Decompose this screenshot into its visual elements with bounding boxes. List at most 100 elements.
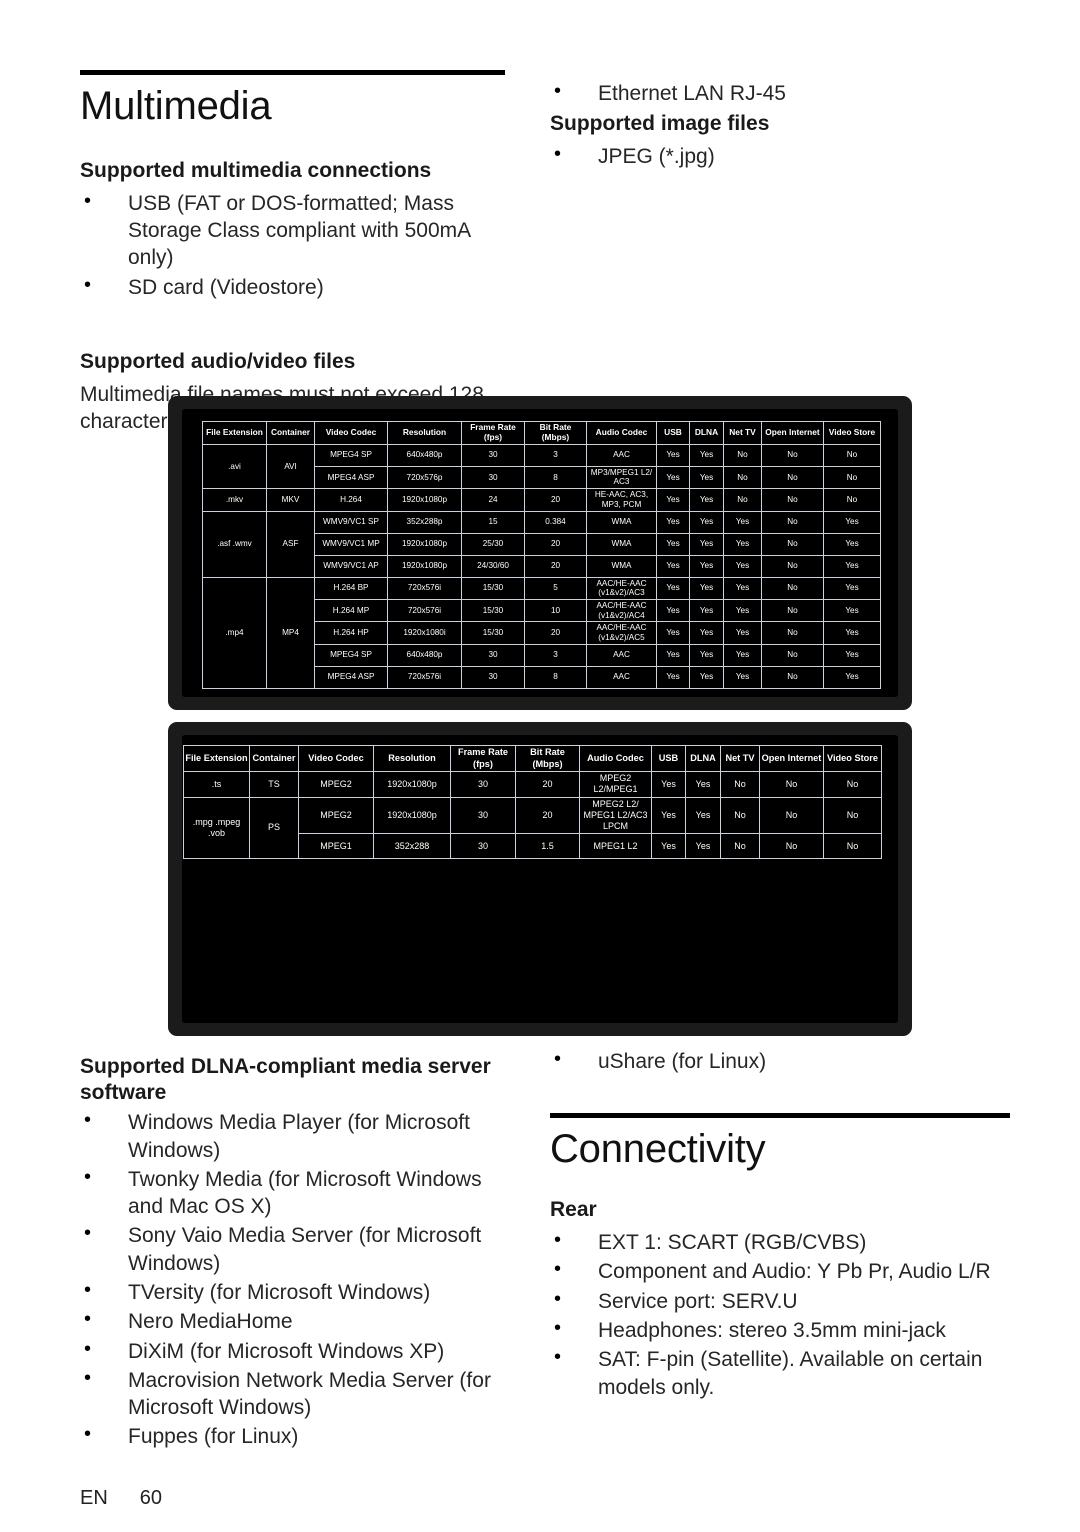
cell-audio: AAC [586,665,657,689]
list-item: Ethernet LAN RJ-45 [550,78,1010,107]
right-column-bottom: uShare (for Linux) Connectivity Rear EXT… [550,1046,1010,1403]
cell-nettv: Yes [723,621,762,645]
cell-usb: Yes [656,554,690,578]
cell-openinternet: No [761,488,824,512]
cell-codec: MPEG4 SP [314,443,388,467]
cell-codec: MPEG1 [298,833,374,860]
table-header-cell: Container [266,421,315,445]
cell-nettv: No [723,443,762,467]
table-header-cell: File Extension [202,421,267,445]
cell-usb: Yes [656,665,690,689]
cell-openinternet: No [759,796,824,835]
table-header-cell: Audio Codec [586,421,657,445]
cell-bitrate: 10 [524,598,587,623]
cell-videostore: Yes [823,532,881,556]
cell-resolution: 352x288p [387,510,462,534]
cell-resolution: 1920x1080p [387,488,462,512]
cell-nettv: No [720,796,760,835]
table-header-cell: Frame Rate (fps) [461,421,525,445]
list-item: Headphones: stereo 3.5mm mini-jack [550,1315,1010,1344]
table-row: .asf .wmv ASF WMV9/VC1 SP 352x288p 15 0.384 WM… [202,510,881,578]
table-header-cell: USB [651,745,686,772]
section-rule-multimedia [80,70,505,75]
cell-dlna: Yes [685,833,721,860]
cell-openinternet: No [761,554,824,578]
page-footer: EN 60 [80,1487,162,1510]
heading-supported-multimedia-connections: Supported multimedia connections [80,159,432,183]
table-row: .mp4 MP4 H.264 BP 720x576i 15/30 5 AAC/HE-AAC … [202,576,881,689]
table-header-cell: Resolution [373,745,451,772]
cell-bitrate: 1.5 [515,833,580,860]
table-header-cell: Net TV [723,421,762,445]
cell-resolution: 720x576i [387,598,462,623]
av-formats-table-1: File Extension Container Video Codec Resolu… [202,421,881,689]
cell-fps: 15/30 [461,598,525,623]
cell-dlna: Yes [689,532,724,556]
cell-fps: 24 [461,488,525,512]
table-header-row: File Extension Container Video Codec Resolu… [183,745,882,772]
cell-container: ASF [266,510,315,578]
cell-openinternet: No [761,532,824,556]
cell-usb: Yes [656,576,690,600]
cell-usb: Yes [656,488,690,512]
page-title-connectivity: Connectivity [550,1127,766,1172]
cell-videostore: Yes [823,665,881,689]
cell-dlna: Yes [689,576,724,600]
cell-codec: MPEG4 ASP [314,465,388,490]
heading-rear: Rear [550,1198,597,1222]
cell-audio: MPEG2 L2/MPEG1 [579,771,652,798]
cell-bitrate: 8 [524,665,587,689]
cell-container: PS [249,796,299,860]
list-item: Fuppes (for Linux) [80,1421,505,1450]
cell-audio: HE-AAC, AC3, MP3, PCM [586,488,657,512]
cell-openinternet: No [761,465,824,490]
list-multimedia-connections: USB (FAT or DOS-formatted; Mass Storage … [80,188,505,301]
cell-nettv: Yes [723,643,762,667]
list-item: Macrovision Network Media Server (for Mi… [80,1365,505,1422]
cell-fps: 30 [450,796,516,835]
list-item: SD card (Videostore) [80,272,505,301]
cell-bitrate: 3 [524,643,587,667]
table-header-cell: Container [249,745,299,772]
list-item: Twonky Media (for Microsoft Windows and … [80,1164,505,1221]
cell-resolution: 1920x1080i [387,621,462,645]
cell-videostore: Yes [823,510,881,534]
cell-usb: Yes [656,621,690,645]
cell-openinternet: No [761,443,824,467]
cell-resolution: 720x576i [387,665,462,689]
cell-nettv: No [720,771,760,798]
table-header-cell: Open Internet [759,745,824,772]
cell-usb: Yes [651,833,686,860]
cell-dlna: Yes [685,796,721,835]
cell-bitrate: 20 [515,771,580,798]
document-page: Multimedia Supported multimedia connecti… [0,0,1080,1532]
cell-bitrate: 20 [524,621,587,645]
table-header-cell: Net TV [720,745,760,772]
table-body: File Extension Container Video Codec Resolu… [183,745,882,860]
cell-dlna: Yes [685,771,721,798]
list-item: SAT: F-pin (Satellite). Available on cer… [550,1344,1010,1401]
cell-audio: WMA [586,510,657,534]
cell-codec: MPEG4 SP [314,643,388,667]
table-header-cell: USB [656,421,690,445]
list-rear-connectors: EXT 1: SCART (RGB/CVBS) Component and Au… [550,1227,1010,1401]
cell-openinternet: No [761,621,824,645]
cell-fps: 30 [461,465,525,490]
list-ethernet: Ethernet LAN RJ-45 [550,78,1010,107]
cell-audio: WMA [586,554,657,578]
list-item: TVersity (for Microsoft Windows) [80,1277,505,1306]
cell-audio: MP3/MPEG1 L2/ AC3 [586,465,657,490]
table-row: .ts TS MPEG2 1920x1080p 30 20 MPEG2 L2/MPEG1 Ye… [183,771,882,798]
cell-codec: WMV9/VC1 MP [314,532,388,556]
cell-fps: 24/30/60 [461,554,525,578]
cell-container: MP4 [266,576,315,689]
list-item: Sony Vaio Media Server (for Microsoft Wi… [80,1220,505,1277]
cell-bitrate: 20 [524,488,587,512]
cell-nettv: Yes [723,554,762,578]
cell-videostore: No [823,443,881,467]
cell-usb: Yes [656,510,690,534]
cell-bitrate: 20 [515,796,580,835]
table-row: .avi AVI MPEG4 SP 640x480p 30 3 AAC Yes Yes No No N… [202,443,881,490]
cell-openinternet: No [759,771,824,798]
table-header-cell: Bit Rate (Mbps) [524,421,587,445]
